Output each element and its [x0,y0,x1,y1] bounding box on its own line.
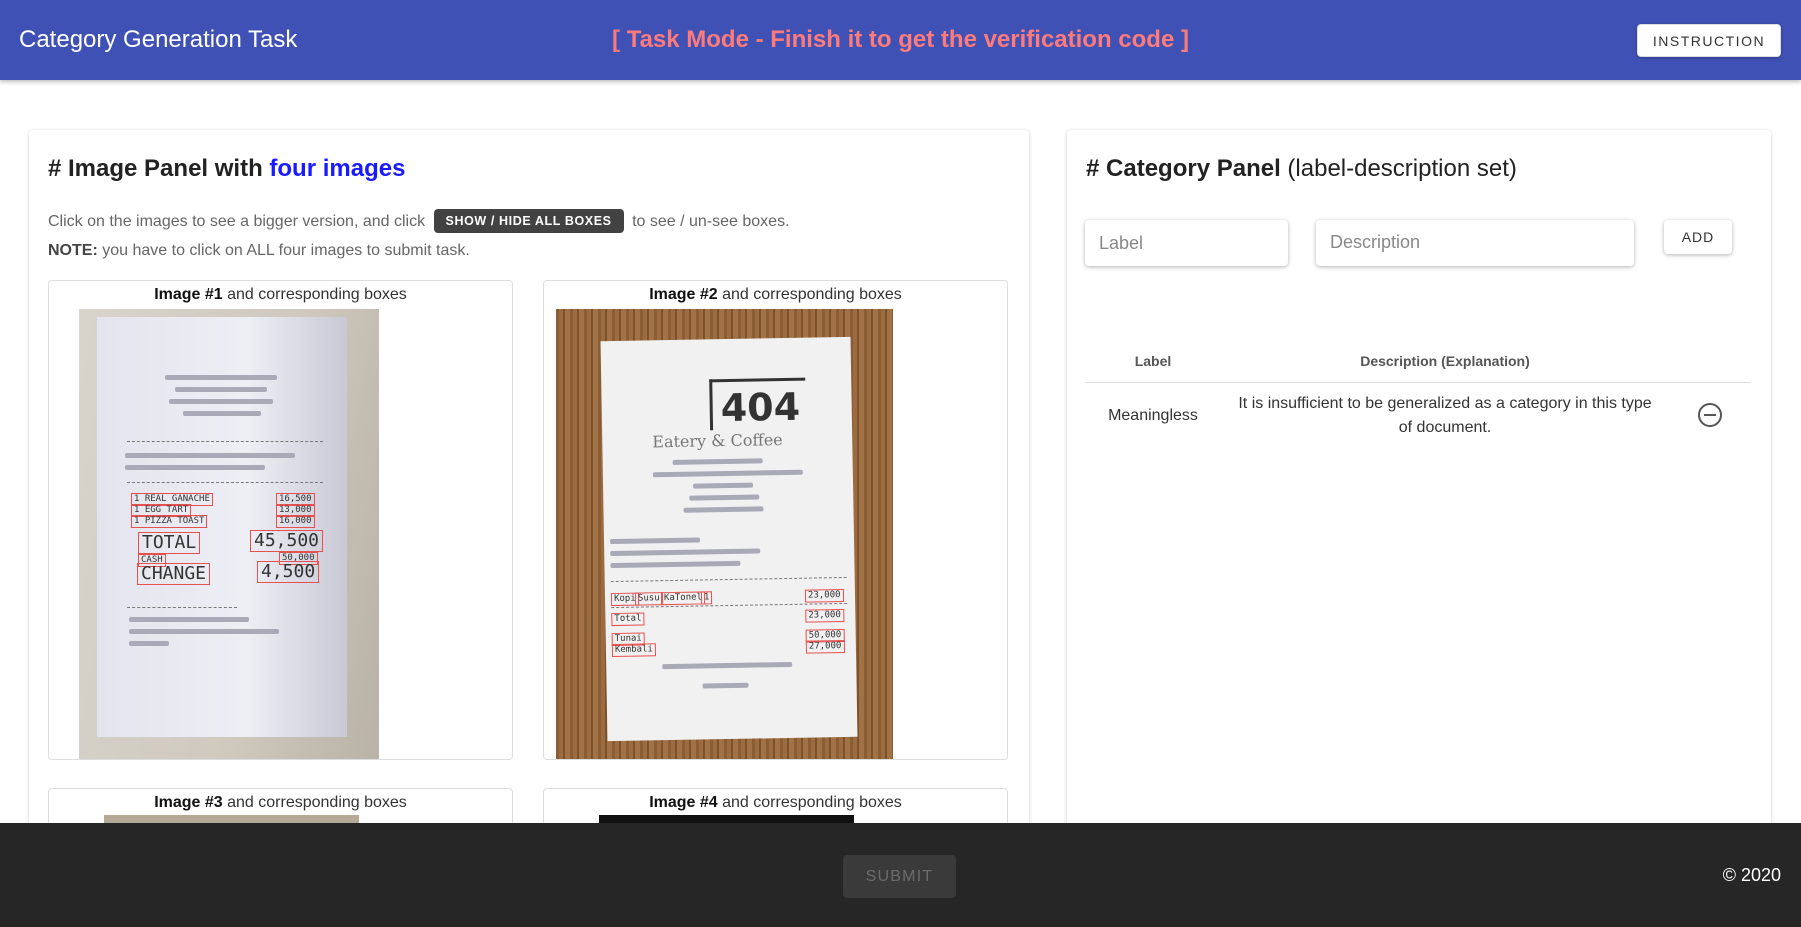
image-caption-suffix: and corresponding boxes [722,794,902,811]
category-panel: # Category Panel (label-description set)… [1067,130,1771,850]
add-button[interactable]: ADD [1664,220,1732,254]
ocr-box: CHANGE [137,563,211,585]
image-caption: Image #2 and corresponding boxes [544,286,1007,304]
instruction-button[interactable]: INSTRUCTION [1637,24,1781,57]
description-input[interactable] [1316,220,1634,266]
note-label: NOTE: [48,242,98,259]
receipt-paper: 1 REAL GANACHE 1 EGG TART 1 PIZZA TOAST … [97,317,347,737]
description-field [1316,220,1634,266]
image-caption: Image #4 and corresponding boxes [544,794,1007,812]
label-input[interactable] [1085,220,1288,266]
ocr-box: 16,000 [276,515,315,528]
remove-circle-icon[interactable] [1698,403,1722,428]
category-panel-title-bold: # Category Panel [1086,155,1281,182]
receipt-image-1[interactable]: 1 REAL GANACHE 1 EGG TART 1 PIZZA TOAST … [79,309,379,759]
ocr-box: TOTAL [138,532,201,554]
category-label: Meaningless [1108,406,1198,424]
image-panel: # Image Panel with four images Click on … [29,130,1029,875]
ocr-box: KaTonel [660,591,706,606]
submit-button[interactable]: SUBMIT [843,855,956,898]
image-panel-title-prefix: # Image Panel with [48,155,270,182]
image-name: Image #4 [649,794,718,811]
store-logo: 404 [709,377,807,431]
category-panel-title: # Category Panel (label-description set) [1086,155,1517,183]
column-header-label: Label [1085,340,1221,383]
app-bar: Category Generation Task [ Task Mode - F… [0,0,1801,80]
table-row: Meaningless It is insufficient to be gen… [1085,382,1751,449]
category-panel-title-rest: (label-description set) [1287,155,1517,182]
ocr-box: 4,500 [257,561,320,583]
ocr-box: Total [611,612,645,627]
image-card-2: Image #2 and corresponding boxes 404 Eat… [543,280,1008,760]
ocr-box: Kembali [611,643,656,658]
remove-cell [1669,382,1751,449]
label-field [1085,220,1288,266]
store-logo-subtitle: Eatery & Coffee [652,430,783,452]
image-caption-suffix: and corresponding boxes [227,794,407,811]
column-header-description: Description (Explanation) [1221,340,1669,383]
image-panel-title-highlight: four images [269,155,406,182]
ocr-box: Susu [634,592,663,606]
image-caption-suffix: and corresponding boxes [722,286,902,303]
image-name: Image #3 [154,794,223,811]
helper-text-after: to see / un-see boxes. [632,213,790,230]
ocr-box: 23,000 [804,589,844,603]
image-panel-note: NOTE: you have to click on ALL four imag… [48,242,470,260]
ocr-box: 1 [700,591,713,605]
ocr-box: 23,000 [805,609,844,623]
helper-text-before: Click on the images to see a bigger vers… [48,213,426,230]
image-name: Image #2 [649,286,718,303]
receipt-paper: 404 Eatery & Coffee Kopi Susu KaTonel 1 … [600,336,858,742]
receipt-image-2[interactable]: 404 Eatery & Coffee Kopi Susu KaTonel 1 … [556,309,893,759]
ocr-box: 27,000 [805,640,845,654]
footer: SUBMIT © 2020 [0,823,1801,927]
category-description: It is insufficient to be generalized as … [1238,394,1652,436]
image-caption-suffix: and corresponding boxes [227,286,407,303]
column-header-action [1669,340,1751,383]
ocr-box: 1 PIZZA TOAST [131,515,208,528]
table-header-row: Label Description (Explanation) [1085,340,1751,383]
image-caption: Image #3 and corresponding boxes [49,794,512,812]
image-panel-helper: Click on the images to see a bigger vers… [48,209,790,234]
image-caption: Image #1 and corresponding boxes [49,286,512,304]
image-name: Image #1 [154,286,223,303]
note-text: you have to click on ALL four images to … [102,242,470,259]
image-card-1: Image #1 and corresponding boxes 1 REAL … [48,280,513,760]
category-table: Label Description (Explanation) Meaningl… [1085,340,1751,449]
task-mode-banner: [ Task Mode - Finish it to get the verif… [612,26,1189,53]
ocr-box: 45,500 [250,530,324,552]
image-panel-title: # Image Panel with four images [48,155,405,183]
copyright: © 2020 [1722,865,1781,885]
show-hide-boxes-button[interactable]: SHOW / HIDE ALL BOXES [433,209,624,233]
